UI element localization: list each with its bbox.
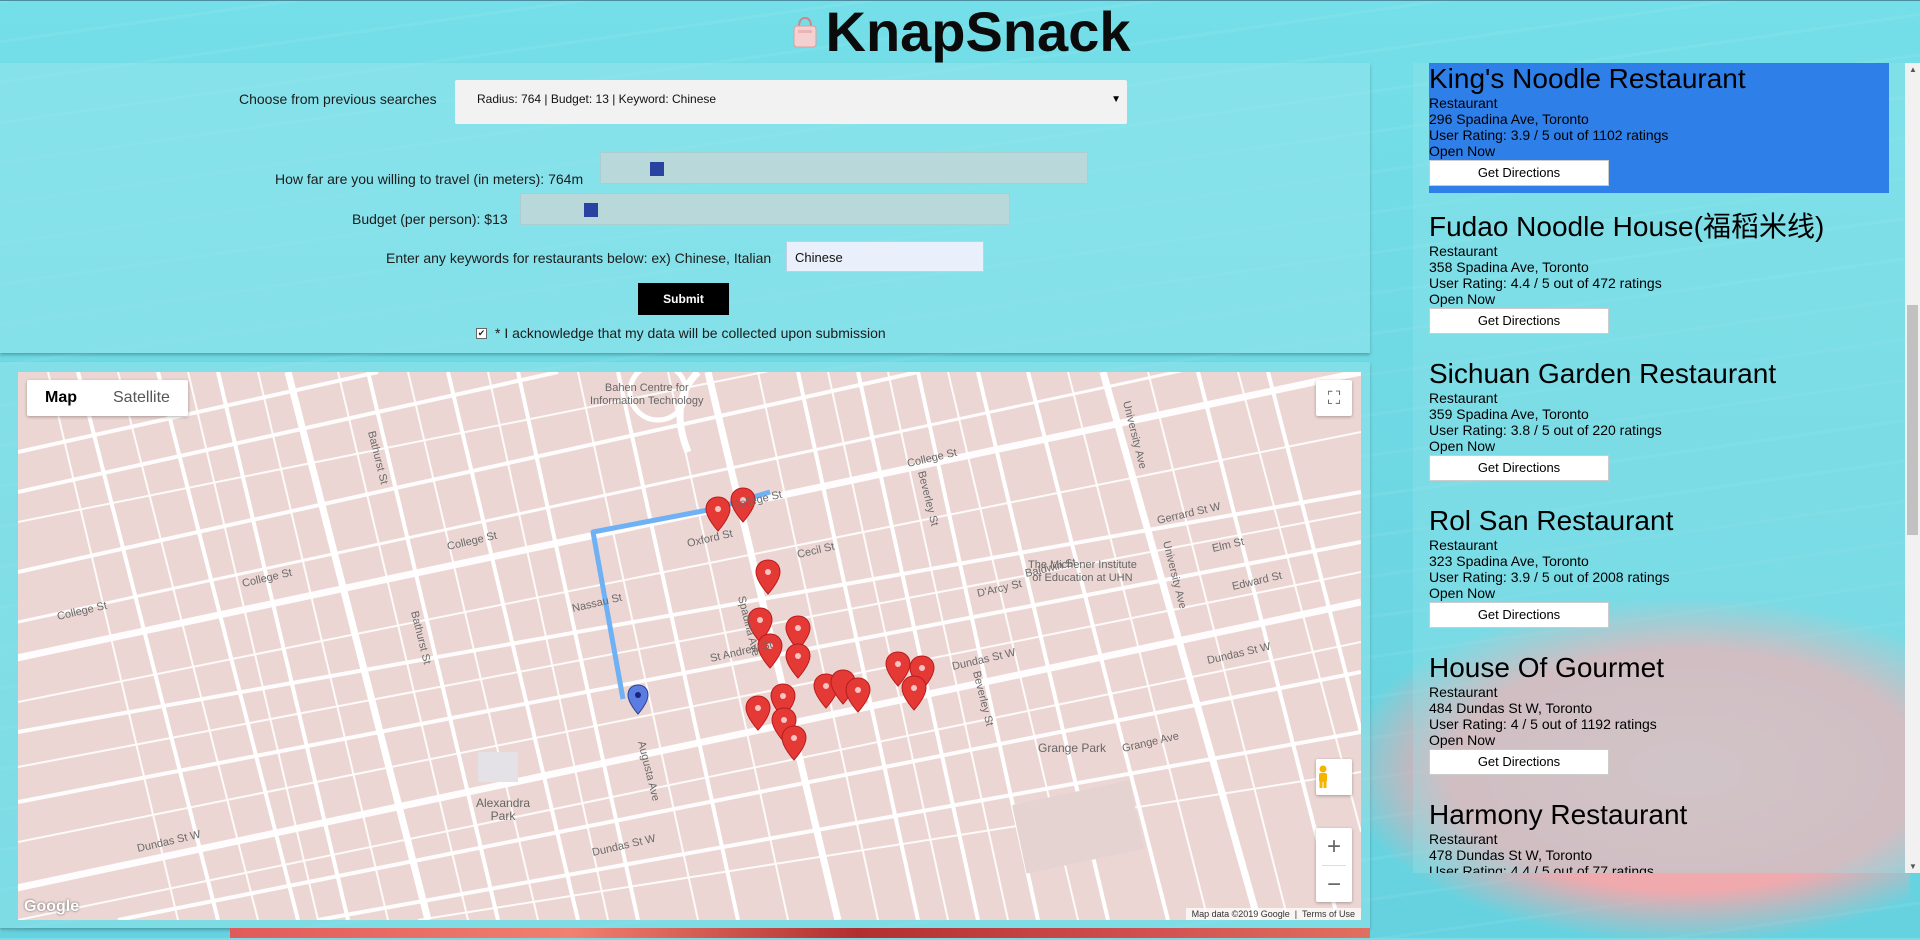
- results-list[interactable]: King's Noodle Restaurant Restaurant 296 Sp…: [1413, 63, 1905, 873]
- map-tab-map[interactable]: Map: [27, 380, 95, 416]
- radius-slider-thumb[interactable]: [650, 162, 664, 176]
- poi-alexandra-park: Alexandra Park: [476, 796, 531, 823]
- scrollbar-thumb[interactable]: [1907, 305, 1918, 535]
- scroll-down-icon[interactable]: ▼: [1909, 862, 1917, 871]
- restaurant-name: Rol San Restaurant: [1429, 505, 1674, 536]
- budget-slider-thumb[interactable]: [584, 203, 598, 217]
- restaurant-type: Restaurant: [1429, 390, 1498, 406]
- restaurant-address: 296 Spadina Ave, Toronto: [1429, 111, 1589, 127]
- zoom-out-button[interactable]: −: [1316, 866, 1352, 903]
- previous-searches-select[interactable]: Radius: 764 | Budget: 13 | Keyword: Chin…: [455, 80, 1127, 124]
- restaurant-rating: User Rating: 3.9 / 5 out of 2008 ratings: [1429, 569, 1670, 585]
- fullscreen-icon[interactable]: ⛶: [1316, 380, 1352, 416]
- get-directions-button[interactable]: Get Directions: [1429, 602, 1609, 628]
- restaurant-address: 323 Spadina Ave, Toronto: [1429, 553, 1589, 569]
- previous-searches-label: Choose from previous searches: [239, 91, 437, 107]
- zoom-controls: + −: [1316, 828, 1352, 902]
- google-logo: Google: [24, 898, 80, 915]
- restaurant-type: Restaurant: [1429, 831, 1498, 847]
- restaurant-rating: User Rating: 4 / 5 out of 1192 ratings: [1429, 716, 1657, 732]
- map-panel: College St College St College St College…: [0, 362, 1370, 928]
- restaurant-status: Open Now: [1429, 291, 1496, 307]
- background-strawberries: [230, 928, 1370, 938]
- get-directions-button[interactable]: Get Directions: [1429, 455, 1609, 481]
- acknowledge-label: * I acknowledge that my data will be col…: [495, 325, 886, 341]
- restaurant-rating: User Rating: 4.4 / 5 out of 77 ratings: [1429, 863, 1654, 873]
- map-type-toggle: Map Satellite: [27, 380, 188, 416]
- keyword-input[interactable]: Chinese: [786, 241, 984, 272]
- restaurant-type: Restaurant: [1429, 95, 1498, 111]
- restaurant-name: Fudao Noodle House(福稻米线): [1429, 211, 1825, 242]
- radius-slider[interactable]: [600, 152, 1088, 184]
- scroll-up-icon[interactable]: ▲: [1909, 65, 1917, 74]
- search-form-panel: Choose from previous searches Radius: 76…: [0, 63, 1370, 353]
- poi-grange-park: Grange Park: [1038, 741, 1107, 755]
- keyword-label: Enter any keywords for restaurants below…: [386, 250, 772, 266]
- google-map[interactable]: College St College St College St College…: [18, 372, 1361, 920]
- result-card[interactable]: Sichuan Garden Restaurant Restaurant 359 S…: [1429, 358, 1889, 488]
- get-directions-button[interactable]: Get Directions: [1429, 749, 1609, 775]
- result-card[interactable]: Rol San Restaurant Restaurant 323 Spadina …: [1429, 505, 1889, 635]
- zoom-in-button[interactable]: +: [1316, 828, 1352, 865]
- restaurant-type: Restaurant: [1429, 537, 1498, 553]
- result-card[interactable]: Harmony Restaurant Restaurant 478 Dundas S…: [1429, 799, 1889, 873]
- restaurant-name: King's Noodle Restaurant: [1429, 63, 1746, 94]
- restaurant-status: Open Now: [1429, 732, 1496, 748]
- restaurant-rating: User Rating: 3.8 / 5 out of 220 ratings: [1429, 422, 1662, 438]
- poi-bahen: Bahen Centre for Information Technology: [590, 382, 704, 407]
- app-title: KnapSnack: [825, 0, 1131, 63]
- restaurant-address: 358 Spadina Ave, Toronto: [1429, 259, 1589, 275]
- restaurant-address: 359 Spadina Ave, Toronto: [1429, 406, 1589, 422]
- restaurant-rating: User Rating: 4.4 / 5 out of 472 ratings: [1429, 275, 1662, 291]
- result-card[interactable]: Fudao Noodle House(福稻米线) Restaurant 358 Sp…: [1429, 211, 1889, 341]
- map-attribution: Map data ©2019 Google | Terms of Use: [1185, 908, 1361, 920]
- restaurant-status: Open Now: [1429, 438, 1496, 454]
- restaurant-type: Restaurant: [1429, 684, 1498, 700]
- submit-button[interactable]: Submit: [638, 283, 729, 315]
- restaurant-address: 478 Dundas St W, Toronto: [1429, 847, 1593, 863]
- map-canvas: College St College St College St College…: [18, 372, 1361, 920]
- shopping-bag-icon: [790, 15, 820, 49]
- acknowledge-row: ✔ * I acknowledge that my data will be c…: [476, 325, 886, 341]
- street-view-pegman-icon[interactable]: [1316, 759, 1352, 795]
- map-data-text: Map data ©2019 Google: [1191, 909, 1290, 919]
- chevron-down-icon: ▼: [1111, 94, 1121, 105]
- get-directions-button[interactable]: Get Directions: [1429, 160, 1609, 186]
- map-tab-satellite[interactable]: Satellite: [95, 380, 188, 416]
- restaurant-name: Harmony Restaurant: [1429, 799, 1688, 830]
- get-directions-button[interactable]: Get Directions: [1429, 308, 1609, 334]
- radius-label: How far are you willing to travel (in me…: [275, 171, 584, 187]
- result-card[interactable]: House Of Gourmet Restaurant 484 Dundas St …: [1429, 652, 1889, 782]
- restaurant-status: Open Now: [1429, 585, 1496, 601]
- terms-of-use-link[interactable]: Terms of Use: [1302, 909, 1355, 919]
- acknowledge-checkbox[interactable]: ✔: [476, 327, 487, 339]
- result-card[interactable]: King's Noodle Restaurant Restaurant 296 Sp…: [1429, 63, 1889, 193]
- poi-michener: The Michener Institute of Education at U…: [1028, 559, 1137, 584]
- results-scrollbar[interactable]: ▲ ▼: [1905, 63, 1920, 873]
- app-title-group: KnapSnack: [790, 4, 1131, 60]
- budget-slider[interactable]: [520, 193, 1010, 225]
- restaurant-name: Sichuan Garden Restaurant: [1429, 358, 1777, 389]
- budget-label: Budget (per person): $13: [352, 211, 508, 227]
- restaurant-status: Open Now: [1429, 143, 1496, 159]
- restaurant-rating: User Rating: 3.9 / 5 out of 1102 ratings: [1429, 127, 1669, 143]
- restaurant-address: 484 Dundas St W, Toronto: [1429, 700, 1593, 716]
- header: KnapSnack: [0, 0, 1920, 62]
- restaurant-type: Restaurant: [1429, 243, 1498, 259]
- previous-searches-value: Radius: 764 | Budget: 13 | Keyword: Chin…: [477, 92, 717, 106]
- restaurant-name: House Of Gourmet: [1429, 652, 1664, 683]
